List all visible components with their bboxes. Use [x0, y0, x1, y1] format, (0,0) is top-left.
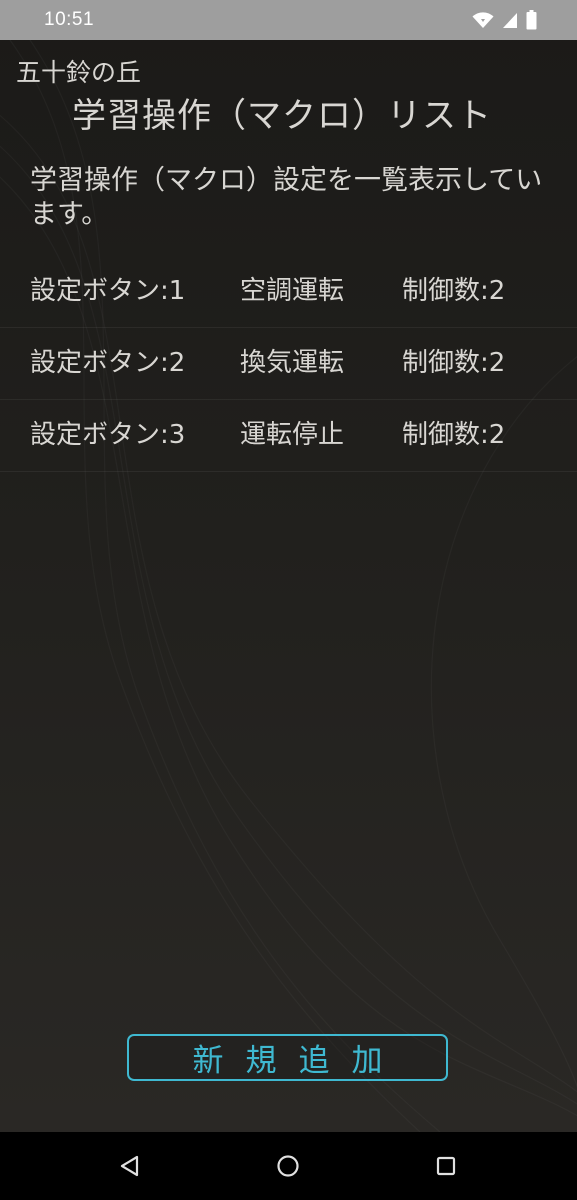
macro-button-number: 設定ボタン:3 — [30, 420, 186, 450]
macro-button-number: 設定ボタン:2 — [30, 348, 186, 378]
cell-signal-icon — [503, 12, 517, 28]
macro-row-3[interactable]: 設定ボタン:3 運転停止 制御数:2 — [0, 400, 577, 472]
home-icon[interactable] — [274, 1152, 302, 1180]
page-title: 学習操作（マクロ）リスト — [72, 96, 492, 136]
macro-name: 運転停止 — [240, 420, 345, 450]
status-time: 10:51 — [44, 9, 95, 30]
recent-apps-icon[interactable] — [432, 1152, 460, 1180]
add-new-button[interactable]: 新規追加 — [127, 1034, 448, 1081]
status-icons — [472, 10, 537, 30]
macro-row-2[interactable]: 設定ボタン:2 換気運転 制御数:2 — [0, 328, 577, 400]
back-icon[interactable] — [116, 1152, 144, 1180]
macro-control-count: 制御数:2 — [402, 348, 506, 378]
macro-list: 設定ボタン:1 空調運転 制御数:2 設定ボタン:2 換気運転 制御数:2 設定… — [0, 256, 577, 472]
macro-button-number: 設定ボタン:1 — [30, 276, 186, 306]
navigation-bar — [0, 1132, 577, 1200]
macro-row-1[interactable]: 設定ボタン:1 空調運転 制御数:2 — [0, 256, 577, 328]
macro-control-count: 制御数:2 — [402, 276, 506, 306]
macro-control-count: 制御数:2 — [402, 420, 506, 450]
description-text: 学習操作（マクロ）設定を一覧表示しています。 — [30, 165, 543, 230]
battery-icon — [526, 10, 537, 30]
macro-name: 換気運転 — [240, 348, 345, 378]
screen: 10:51 五十鈴の丘 学習操作（マクロ）リスト 学習操作（マクロ）設定を一覧表… — [0, 0, 577, 1200]
wifi-icon — [472, 12, 494, 28]
status-bar: 10:51 — [0, 0, 577, 40]
macro-name: 空調運転 — [240, 276, 345, 306]
app-name: 五十鈴の丘 — [16, 58, 142, 87]
